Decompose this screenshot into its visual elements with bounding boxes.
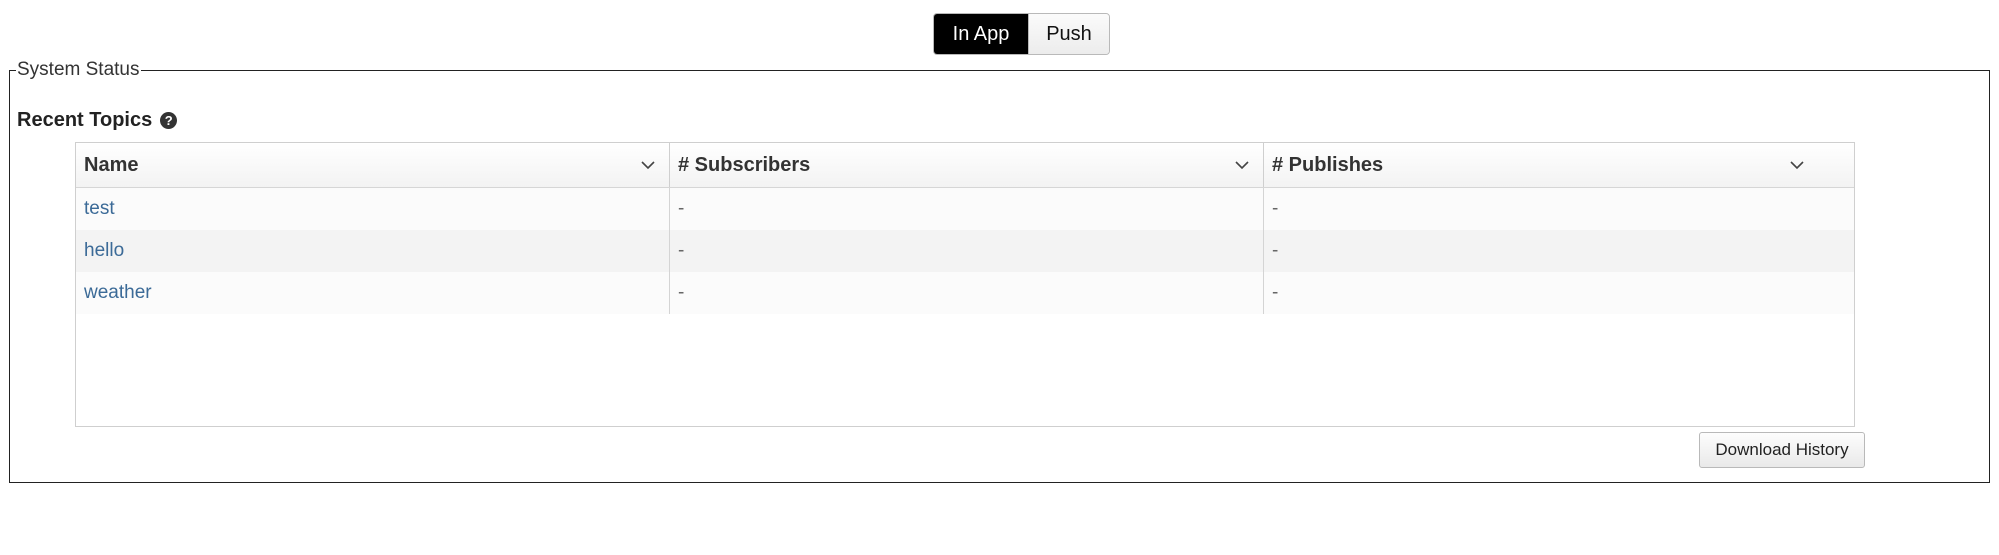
chevron-down-icon[interactable] <box>641 143 655 187</box>
mode-toggle: In App Push <box>933 13 1110 55</box>
chevron-down-icon[interactable] <box>1235 143 1249 187</box>
download-history-button[interactable]: Download History <box>1699 432 1865 468</box>
push-toggle-button[interactable]: Push <box>1028 14 1109 54</box>
column-header-name[interactable]: Name <box>76 143 670 187</box>
topic-link[interactable]: hello <box>84 240 124 261</box>
recent-topics-table: Name # Subscribers # Publishes test - - … <box>75 142 1855 427</box>
in-app-toggle-button[interactable]: In App <box>934 14 1028 54</box>
column-header-label: Name <box>84 154 139 176</box>
column-header-publishes[interactable]: # Publishes <box>1264 143 1854 187</box>
table-header: Name # Subscribers # Publishes <box>76 143 1854 188</box>
column-header-label: # Publishes <box>1272 154 1384 176</box>
topic-link[interactable]: test <box>84 198 115 219</box>
column-header-subscribers[interactable]: # Subscribers <box>670 143 1264 187</box>
table-row[interactable]: test - - <box>76 188 1854 230</box>
recent-topics-heading: Recent Topics ? <box>17 108 178 132</box>
chevron-down-icon[interactable] <box>1790 143 1804 187</box>
question-circle-icon[interactable]: ? <box>160 111 178 129</box>
table-row[interactable]: weather - - <box>76 272 1854 314</box>
publishes-cell: - <box>1272 198 1279 219</box>
topic-name-cell: test <box>76 188 670 230</box>
table-row[interactable]: hello - - <box>76 230 1854 272</box>
subscribers-cell: - <box>670 188 1264 230</box>
system-status-legend: System Status <box>16 59 141 81</box>
topic-name-cell: hello <box>76 230 670 272</box>
publishes-cell: - <box>1272 240 1279 261</box>
topic-link[interactable]: weather <box>84 282 152 303</box>
subscribers-cell: - <box>670 230 1264 272</box>
column-header-label: # Subscribers <box>678 154 811 176</box>
recent-topics-title: Recent Topics <box>17 109 153 131</box>
subscribers-cell: - <box>670 272 1264 314</box>
page: In App Push System Status Recent Topics … <box>0 0 1999 555</box>
topic-name-cell: weather <box>76 272 670 314</box>
publishes-cell: - <box>1272 282 1279 303</box>
